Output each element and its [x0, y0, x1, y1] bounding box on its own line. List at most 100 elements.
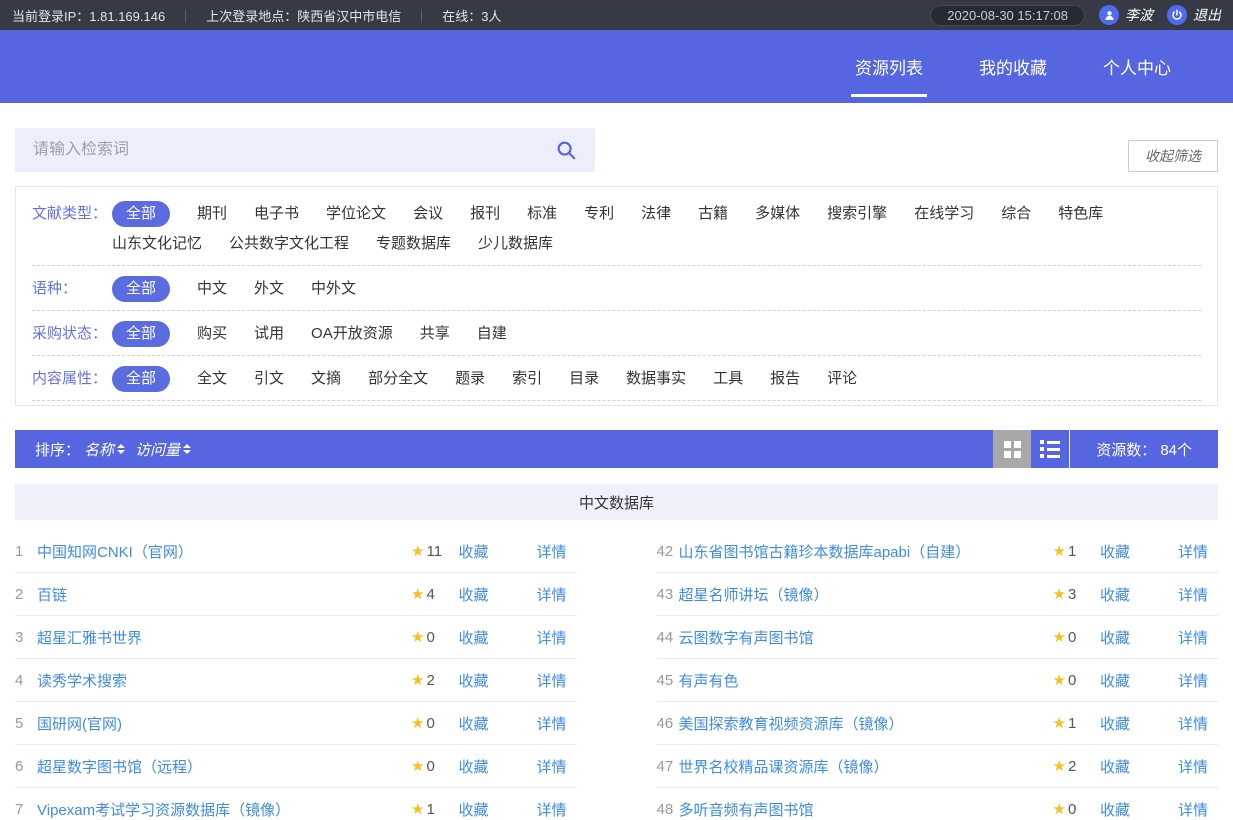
- detail-link[interactable]: 详情: [1178, 756, 1208, 777]
- detail-link[interactable]: 详情: [536, 627, 566, 648]
- filter-option[interactable]: 专利: [584, 201, 614, 227]
- detail-link[interactable]: 详情: [536, 713, 566, 734]
- nav-tab-3[interactable]: 个人中心: [1101, 50, 1173, 83]
- detail-link[interactable]: 详情: [1178, 713, 1208, 734]
- favorite-link[interactable]: 收藏: [458, 670, 488, 691]
- resource-title-link[interactable]: 山东省图书馆古籍珍本数据库apabi（自建）: [679, 541, 971, 562]
- favorite-link[interactable]: 收藏: [1100, 670, 1130, 691]
- user-chip[interactable]: 李波: [1099, 5, 1153, 25]
- filter-option[interactable]: 综合: [1001, 201, 1031, 227]
- detail-link[interactable]: 详情: [1178, 541, 1208, 562]
- favorite-link[interactable]: 收藏: [1100, 713, 1130, 734]
- filter-option[interactable]: 多媒体: [755, 201, 800, 227]
- filter-option[interactable]: 全部: [112, 276, 170, 302]
- filter-option[interactable]: 中文: [197, 276, 227, 302]
- detail-link[interactable]: 详情: [1178, 627, 1208, 648]
- filter-option[interactable]: 报告: [770, 366, 800, 392]
- filter-option[interactable]: 工具: [713, 366, 743, 392]
- filter-option[interactable]: 全文: [197, 366, 227, 392]
- detail-link[interactable]: 详情: [1178, 799, 1208, 820]
- favorite-link[interactable]: 收藏: [1100, 584, 1130, 605]
- filter-option[interactable]: 索引: [512, 366, 542, 392]
- filter-option[interactable]: 报刊: [470, 201, 500, 227]
- resource-title-link[interactable]: 云图数字有声图书馆: [679, 627, 814, 648]
- filter-option[interactable]: 会议: [413, 201, 443, 227]
- detail-link[interactable]: 详情: [536, 584, 566, 605]
- filter-option[interactable]: 全部: [112, 321, 170, 347]
- favorite-link[interactable]: 收藏: [1100, 756, 1130, 777]
- filter-option[interactable]: 购买: [197, 321, 227, 347]
- filter-option[interactable]: 全部: [112, 366, 170, 392]
- resource-title-link[interactable]: 百链: [37, 584, 67, 605]
- resource-title-link[interactable]: Vipexam考试学习资源数据库（镜像）: [37, 799, 290, 820]
- filter-option[interactable]: 引文: [254, 366, 284, 392]
- filter-option[interactable]: 法律: [641, 201, 671, 227]
- filter-option[interactable]: 中外文: [311, 276, 356, 302]
- favorite-link[interactable]: 收藏: [1100, 627, 1130, 648]
- detail-link[interactable]: 详情: [1178, 670, 1208, 691]
- resource-title-link[interactable]: 超星数字图书馆（远程）: [37, 756, 202, 777]
- detail-link[interactable]: 详情: [536, 541, 566, 562]
- filter-option[interactable]: 目录: [569, 366, 599, 392]
- favorite-link[interactable]: 收藏: [458, 799, 488, 820]
- filter-option[interactable]: 题录: [455, 366, 485, 392]
- resource-title-link[interactable]: 美国探索教育视频资源库（镜像）: [679, 713, 904, 734]
- detail-link[interactable]: 详情: [536, 799, 566, 820]
- resource-title-link[interactable]: 超星名师讲坛（镜像）: [679, 584, 829, 605]
- sort-bar: 排序： 名称访问量 资源数： 84个: [15, 430, 1218, 468]
- filter-option[interactable]: OA开放资源: [311, 321, 393, 347]
- filter-option[interactable]: 评论: [827, 366, 857, 392]
- filter-option[interactable]: 少儿数据库: [478, 231, 553, 257]
- resource-title-link[interactable]: 多听音频有声图书馆: [679, 799, 814, 820]
- resource-title-link[interactable]: 世界名校精品课资源库（镜像）: [679, 756, 889, 777]
- search-box[interactable]: [15, 128, 595, 172]
- filter-option[interactable]: 期刊: [197, 201, 227, 227]
- resource-number: 3: [15, 629, 37, 646]
- search-input[interactable]: [33, 141, 555, 159]
- collapse-filter-button[interactable]: 收起筛选: [1128, 140, 1218, 172]
- filter-option[interactable]: 电子书: [254, 201, 299, 227]
- filter-option[interactable]: 文摘: [311, 366, 341, 392]
- favorite-link[interactable]: 收藏: [458, 627, 488, 648]
- filter-option[interactable]: 学位论文: [326, 201, 386, 227]
- detail-link[interactable]: 详情: [536, 756, 566, 777]
- filter-option[interactable]: 共享: [420, 321, 450, 347]
- filter-option[interactable]: 专题数据库: [376, 231, 451, 257]
- sort-option[interactable]: 名称: [84, 439, 125, 460]
- sort-arrows-icon[interactable]: [117, 444, 125, 454]
- filter-option[interactable]: 搜索引擎: [827, 201, 887, 227]
- favorite-link[interactable]: 收藏: [458, 713, 488, 734]
- filter-option[interactable]: 部分全文: [368, 366, 428, 392]
- filter-option[interactable]: 公共数字文化工程: [229, 231, 349, 257]
- filter-option[interactable]: 山东文化记忆: [112, 231, 202, 257]
- resource-title-link[interactable]: 有声有色: [679, 670, 739, 691]
- filter-option[interactable]: 标准: [527, 201, 557, 227]
- detail-link[interactable]: 详情: [536, 670, 566, 691]
- resource-title-link[interactable]: 中国知网CNKI（官网）: [37, 541, 193, 562]
- favorite-link[interactable]: 收藏: [1100, 799, 1130, 820]
- favorite-link[interactable]: 收藏: [458, 584, 488, 605]
- sort-arrows-icon[interactable]: [183, 444, 191, 454]
- filter-option[interactable]: 数据事实: [626, 366, 686, 392]
- grid-view-button[interactable]: [993, 430, 1031, 468]
- resource-title-link[interactable]: 国研网(官网): [37, 713, 122, 734]
- favorite-link[interactable]: 收藏: [458, 756, 488, 777]
- filter-option[interactable]: 自建: [477, 321, 507, 347]
- list-view-button[interactable]: [1031, 430, 1069, 468]
- favorite-link[interactable]: 收藏: [458, 541, 488, 562]
- filter-option[interactable]: 试用: [254, 321, 284, 347]
- filter-option[interactable]: 古籍: [698, 201, 728, 227]
- favorite-link[interactable]: 收藏: [1100, 541, 1130, 562]
- logout-button[interactable]: 退出: [1167, 5, 1221, 25]
- search-icon[interactable]: [555, 139, 577, 161]
- nav-tab-1[interactable]: 资源列表: [853, 50, 925, 83]
- filter-option[interactable]: 外文: [254, 276, 284, 302]
- filter-option[interactable]: 全部: [112, 201, 170, 227]
- filter-option[interactable]: 特色库: [1058, 201, 1103, 227]
- detail-link[interactable]: 详情: [1178, 584, 1208, 605]
- nav-tab-2[interactable]: 我的收藏: [977, 50, 1049, 83]
- filter-option[interactable]: 在线学习: [914, 201, 974, 227]
- resource-title-link[interactable]: 超星汇雅书世界: [37, 627, 142, 648]
- sort-option[interactable]: 访问量: [135, 439, 191, 460]
- resource-title-link[interactable]: 读秀学术搜索: [37, 670, 127, 691]
